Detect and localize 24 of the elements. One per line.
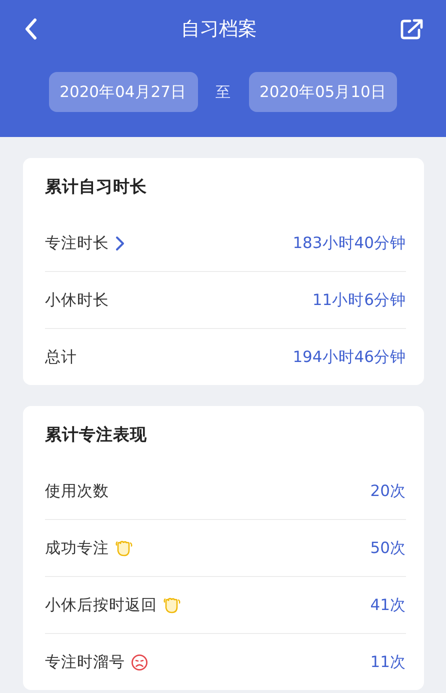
date-separator: 至 bbox=[216, 82, 230, 102]
row-label: 小休后按时返回 bbox=[45, 594, 157, 616]
row-label: 成功专注 bbox=[45, 538, 109, 558]
row-value: 194小时46分钟 bbox=[292, 346, 406, 368]
end-date-button[interactable]: 2020年05月10日 bbox=[248, 72, 398, 112]
row-value: 11小时6分钟 bbox=[312, 290, 406, 310]
row-label[interactable]: 专注时长 bbox=[45, 232, 109, 254]
row-value: 20次 bbox=[370, 480, 406, 502]
row-label: 使用次数 bbox=[45, 480, 109, 502]
row-label: 总计 bbox=[45, 346, 77, 368]
row-label: 专注时溜号 bbox=[45, 652, 125, 672]
sad-face-icon bbox=[131, 654, 148, 670]
start-date-button[interactable]: 2020年04月27日 bbox=[48, 72, 198, 112]
share-icon[interactable] bbox=[400, 18, 424, 40]
row-value: 11次 bbox=[370, 652, 406, 672]
row-label: 小休时长 bbox=[45, 290, 109, 310]
chevron-right-icon[interactable] bbox=[115, 236, 125, 250]
back-icon[interactable] bbox=[24, 18, 38, 40]
card-title: 累计自习时长 bbox=[45, 176, 148, 198]
card-title: 累计专注表现 bbox=[45, 424, 148, 446]
row-value: 183小时40分钟 bbox=[292, 232, 406, 254]
page-title: 自习档案 bbox=[181, 17, 257, 42]
row-value: 50次 bbox=[370, 538, 406, 558]
row-value: 41次 bbox=[370, 594, 406, 616]
